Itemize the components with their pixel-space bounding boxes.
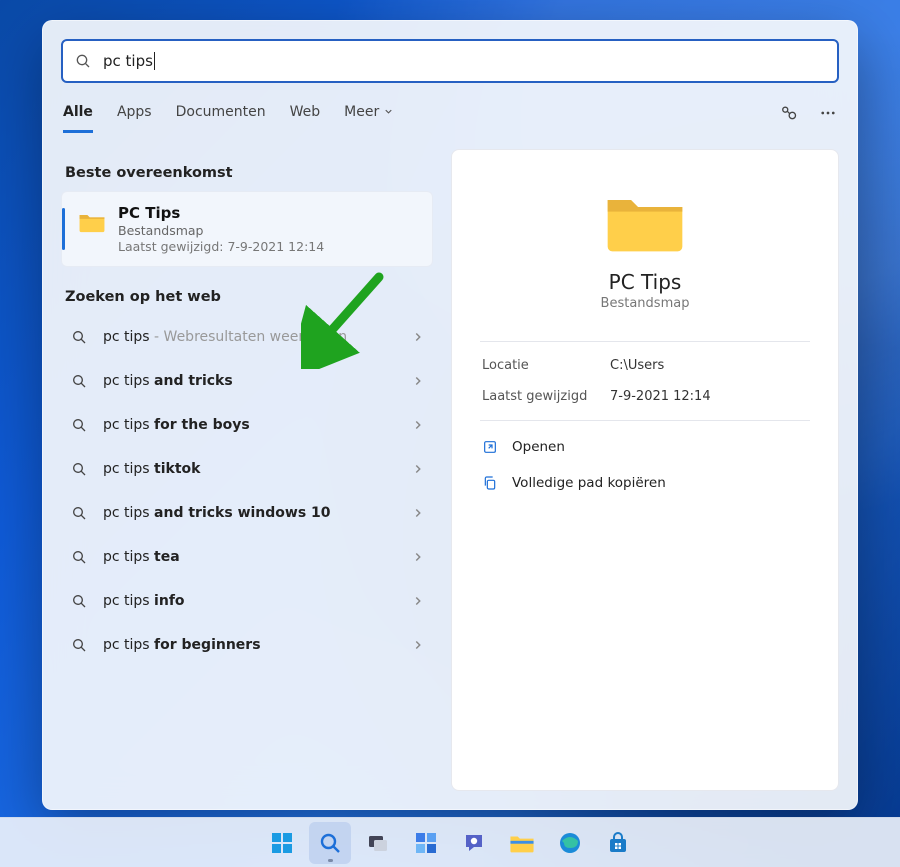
web-result-item[interactable]: pc tips - Webresultaten weergeven (61, 315, 433, 359)
web-search-heading: Zoeken op het web (65, 289, 433, 305)
search-options-icon[interactable] (779, 103, 799, 123)
tab-apps[interactable]: Apps (117, 104, 152, 133)
search-icon (71, 637, 87, 653)
taskbar-store[interactable] (597, 822, 639, 864)
search-icon (71, 417, 87, 433)
chevron-right-icon (411, 594, 425, 608)
web-result-item[interactable]: pc tips and tricks windows 10 (61, 491, 433, 535)
web-result-item[interactable]: pc tips tiktok (61, 447, 433, 491)
taskbar-edge[interactable] (549, 822, 591, 864)
best-match-item[interactable]: PC Tips Bestandsmap Laatst gewijzigd: 7-… (61, 191, 433, 267)
action-copy-path-label: Volledige pad kopiëren (512, 475, 666, 491)
detail-subtitle: Bestandsmap (480, 296, 810, 311)
web-result-label: pc tips tiktok (103, 461, 411, 477)
open-icon (482, 439, 498, 455)
tab-all[interactable]: Alle (63, 104, 93, 133)
chevron-right-icon (411, 638, 425, 652)
search-panel: pc tips Alle Apps Documenten Web Meer Be… (42, 20, 858, 810)
search-input-value: pc tips (103, 52, 153, 70)
search-input-container[interactable]: pc tips (61, 39, 839, 83)
folder-icon-large (603, 186, 687, 256)
divider (480, 420, 810, 421)
web-result-label: pc tips and tricks (103, 373, 411, 389)
search-icon (75, 53, 91, 69)
chevron-right-icon (411, 462, 425, 476)
detail-value: C:\Users (610, 358, 664, 373)
detail-kv-row: LocatieC:\Users (480, 350, 810, 381)
web-results-list: pc tips - Webresultaten weergeven pc tips… (61, 315, 433, 667)
detail-pane: PC Tips Bestandsmap LocatieC:\UsersLaats… (451, 149, 839, 791)
web-result-label: pc tips - Webresultaten weergeven (103, 329, 411, 345)
web-result-item[interactable]: pc tips tea (61, 535, 433, 579)
tab-documents[interactable]: Documenten (176, 104, 266, 133)
more-icon[interactable] (819, 104, 837, 122)
best-match-subtitle: Bestandsmap (118, 223, 324, 238)
web-result-item[interactable]: pc tips for beginners (61, 623, 433, 667)
chevron-down-icon (383, 106, 394, 117)
detail-title: PC Tips (480, 270, 810, 294)
best-match-modified: Laatst gewijzigd: 7-9-2021 12:14 (118, 239, 324, 254)
chevron-right-icon (411, 330, 425, 344)
taskbar-chat[interactable] (453, 822, 495, 864)
web-result-label: pc tips for the boys (103, 417, 411, 433)
search-icon (71, 593, 87, 609)
web-result-label: pc tips tea (103, 549, 411, 565)
taskbar-widgets[interactable] (405, 822, 447, 864)
taskbar-taskview[interactable] (357, 822, 399, 864)
web-result-item[interactable]: pc tips and tricks (61, 359, 433, 403)
action-open-label: Openen (512, 439, 565, 455)
best-match-title: PC Tips (118, 204, 324, 222)
search-icon (71, 461, 87, 477)
copy-icon (482, 475, 498, 491)
taskbar (0, 817, 900, 867)
taskbar-start[interactable] (261, 822, 303, 864)
search-icon (71, 505, 87, 521)
best-match-heading: Beste overeenkomst (65, 165, 433, 181)
detail-key: Locatie (482, 358, 610, 373)
detail-value: 7-9-2021 12:14 (610, 389, 711, 404)
search-icon (71, 549, 87, 565)
folder-icon (78, 210, 106, 234)
action-copy-path[interactable]: Volledige pad kopiëren (480, 465, 810, 501)
action-open[interactable]: Openen (480, 429, 810, 465)
chevron-right-icon (411, 506, 425, 520)
chevron-right-icon (411, 374, 425, 388)
web-result-label: pc tips info (103, 593, 411, 609)
web-result-label: pc tips for beginners (103, 637, 411, 653)
detail-kv-row: Laatst gewijzigd7-9-2021 12:14 (480, 381, 810, 412)
web-result-label: pc tips and tricks windows 10 (103, 505, 411, 521)
detail-key: Laatst gewijzigd (482, 389, 610, 404)
chevron-right-icon (411, 418, 425, 432)
search-input-text[interactable]: pc tips (103, 52, 155, 70)
text-caret (154, 52, 155, 70)
web-result-item[interactable]: pc tips for the boys (61, 403, 433, 447)
web-result-item[interactable]: pc tips info (61, 579, 433, 623)
chevron-right-icon (411, 550, 425, 564)
search-icon (71, 329, 87, 345)
taskbar-search[interactable] (309, 822, 351, 864)
search-icon (71, 373, 87, 389)
divider (480, 341, 810, 342)
tab-bar: Alle Apps Documenten Web Meer (43, 101, 857, 135)
taskbar-file-explorer[interactable] (501, 822, 543, 864)
tab-web[interactable]: Web (290, 104, 321, 133)
tab-more[interactable]: Meer (344, 104, 394, 133)
